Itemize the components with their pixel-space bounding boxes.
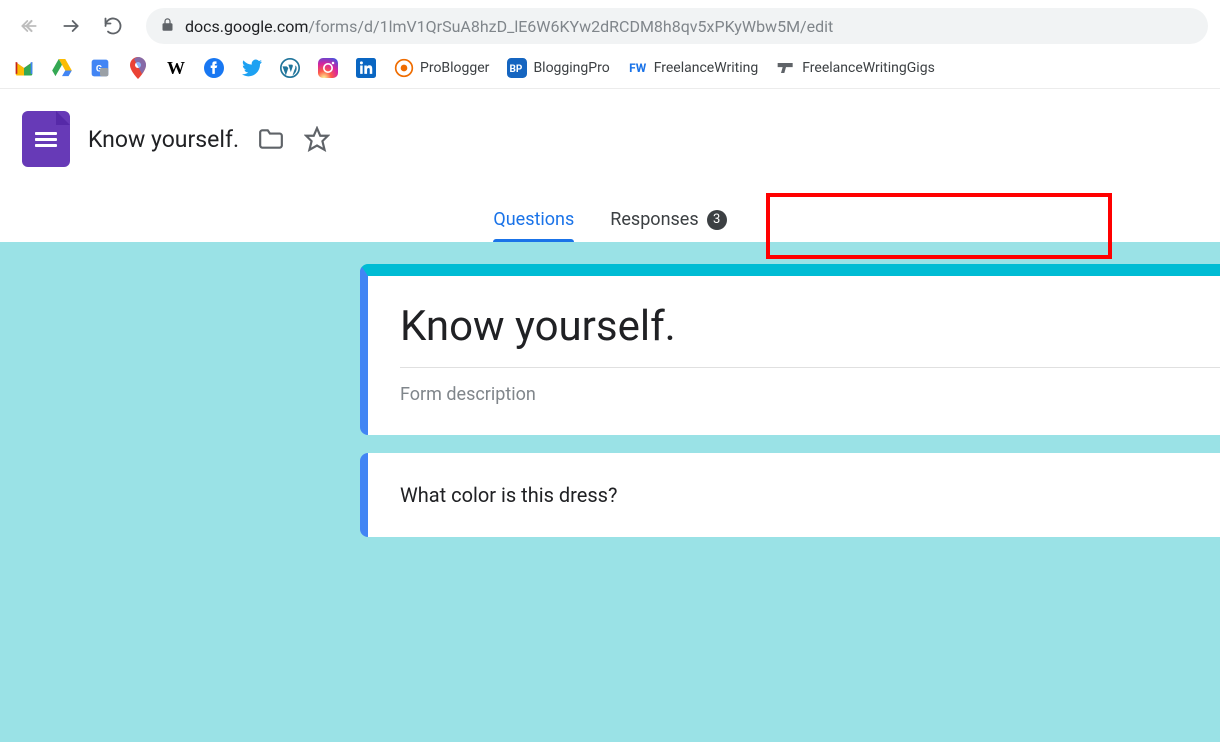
bookmark-freelancewritinggigs[interactable]: FreelanceWritingGigs — [776, 58, 935, 78]
freelancewriting-icon: FW — [628, 58, 648, 78]
bookmark-freelancewriting[interactable]: FW FreelanceWriting — [628, 58, 759, 78]
form-title-card[interactable]: Know yourself. Form description — [360, 264, 1220, 435]
maps-icon — [128, 58, 148, 78]
bookmark-label: ProBlogger — [420, 60, 489, 76]
form-canvas: Know yourself. Form description What col… — [0, 242, 1220, 742]
forms-logo-icon[interactable] — [22, 111, 70, 167]
bookmark-maps[interactable] — [128, 58, 148, 78]
form-title-input[interactable]: Know yourself. — [400, 302, 1220, 368]
wikipedia-icon: W — [166, 58, 186, 78]
gmail-icon — [14, 58, 34, 78]
bookmark-wordpress[interactable] — [280, 58, 300, 78]
bookmark-twitter[interactable] — [242, 58, 262, 78]
tab-responses[interactable]: Responses 3 — [610, 201, 726, 242]
bookmark-gmail[interactable] — [14, 58, 34, 78]
form-name[interactable]: Know yourself. — [88, 126, 239, 153]
url-text: docs.google.com/forms/d/1lmV1QrSuA8hzD_l… — [185, 17, 833, 36]
move-to-folder-button[interactable] — [257, 125, 285, 153]
tab-label: Responses — [610, 209, 698, 230]
bookmark-problogger[interactable]: ProBlogger — [394, 58, 489, 78]
svg-text:BP: BP — [510, 64, 523, 75]
drive-icon — [52, 58, 72, 78]
twitter-icon — [242, 58, 262, 78]
facebook-icon — [204, 58, 224, 78]
address-bar[interactable]: docs.google.com/forms/d/1lmV1QrSuA8hzD_l… — [146, 8, 1208, 44]
forms-header: Know yourself. — [0, 89, 1220, 201]
bloggingpro-icon: BP — [507, 58, 527, 78]
lock-icon — [160, 17, 175, 36]
problogger-icon — [394, 58, 414, 78]
bookmark-wikipedia[interactable]: W — [166, 58, 186, 78]
tab-label: Questions — [493, 209, 574, 230]
question-card[interactable]: What color is this dress? — [360, 453, 1220, 537]
bookmark-facebook[interactable] — [204, 58, 224, 78]
bookmark-label: BloggingPro — [533, 60, 609, 76]
instagram-icon — [318, 58, 338, 78]
bookmark-bloggingpro[interactable]: BP BloggingPro — [507, 58, 609, 78]
tab-questions[interactable]: Questions — [493, 201, 574, 242]
bookmark-translate[interactable]: G — [90, 58, 110, 78]
tabs-row: Questions Responses 3 — [0, 201, 1220, 242]
translate-icon: G — [90, 58, 110, 78]
form-description-input[interactable]: Form description — [400, 368, 1220, 405]
linkedin-icon — [356, 58, 376, 78]
reload-button[interactable] — [96, 9, 130, 43]
bookmark-label: FreelanceWriting — [654, 60, 759, 76]
back-button[interactable] — [12, 9, 46, 43]
bookmark-label: FreelanceWritingGigs — [802, 60, 935, 76]
question-text[interactable]: What color is this dress? — [400, 483, 1220, 507]
browser-nav-bar: docs.google.com/forms/d/1lmV1QrSuA8hzD_l… — [0, 0, 1220, 52]
bookmark-instagram[interactable] — [318, 58, 338, 78]
wordpress-icon — [280, 58, 300, 78]
bookmark-linkedin[interactable] — [356, 58, 376, 78]
bookmarks-bar: G W ProBlogger BP BloggingPro FW Freelan… — [0, 52, 1220, 89]
gun-icon — [776, 58, 796, 78]
bookmark-drive[interactable] — [52, 58, 72, 78]
responses-count-badge: 3 — [707, 210, 727, 230]
star-button[interactable] — [303, 125, 331, 153]
forward-button[interactable] — [54, 9, 88, 43]
